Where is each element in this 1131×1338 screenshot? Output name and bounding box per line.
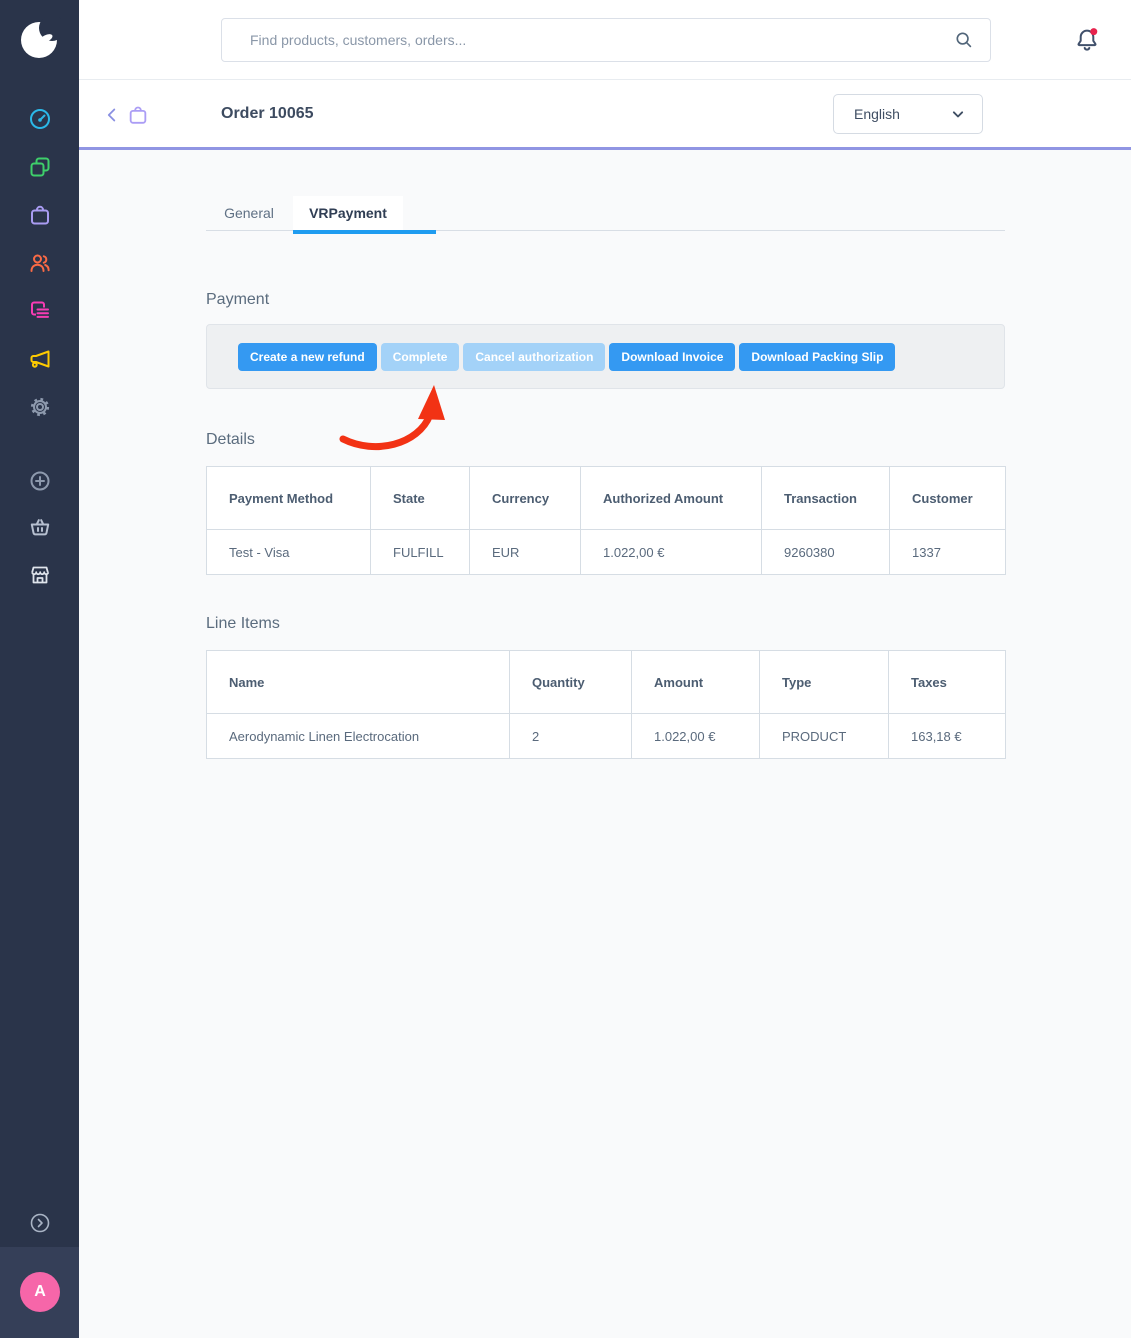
sidebar-item-dashboard[interactable] — [0, 107, 79, 131]
settings-icon — [28, 395, 52, 419]
line-item-name: Aerodynamic Linen Electrocation — [207, 714, 510, 759]
sidebar-expand-button[interactable] — [0, 1211, 79, 1235]
module-content: General VRPayment Payment Create a new r… — [79, 153, 1131, 1338]
line-items-section-heading: Line Items — [206, 615, 280, 633]
search-input[interactable] — [221, 18, 991, 62]
details-col-authorized-amount: Authorized Amount — [581, 467, 762, 530]
sidebar-item-customers[interactable] — [0, 251, 79, 275]
search-icon[interactable] — [953, 29, 975, 56]
details-section-heading: Details — [206, 431, 255, 449]
sidebar-item-add[interactable] — [0, 469, 79, 493]
payment-section-heading: Payment — [206, 291, 269, 309]
user-avatar[interactable]: A — [20, 1272, 60, 1312]
line-items-col-amount: Amount — [632, 651, 760, 714]
line-items-col-taxes: Taxes — [889, 651, 1006, 714]
dashboard-icon — [28, 107, 52, 131]
add-circle-icon — [28, 469, 52, 493]
back-chevron-icon — [101, 104, 123, 126]
sidebar-item-extensions[interactable] — [0, 515, 79, 539]
customers-icon — [28, 251, 52, 275]
page-title: Order 10065 — [221, 80, 314, 147]
details-customer: 1337 — [890, 530, 1006, 575]
chevron-right-circle-icon — [28, 1211, 52, 1235]
details-row: Test - Visa FULFILL EUR 1.022,00 € 92603… — [207, 530, 1006, 575]
back-button[interactable] — [101, 104, 123, 126]
create-refund-button[interactable]: Create a new refund — [238, 343, 377, 371]
details-header-row: Payment Method State Currency Authorized… — [207, 467, 1006, 530]
payment-actions-panel: Create a new refund Complete Cancel auth… — [206, 324, 1005, 389]
line-items-header-row: Name Quantity Amount Type Taxes — [207, 651, 1006, 714]
sidebar-item-orders[interactable] — [0, 203, 79, 227]
details-col-payment-method: Payment Method — [207, 467, 371, 530]
red-arrow-annotation — [330, 379, 454, 455]
notification-dot — [1090, 28, 1097, 35]
sidebar-item-my-store[interactable] — [0, 563, 79, 587]
line-items-col-type: Type — [760, 651, 889, 714]
download-invoice-button[interactable]: Download Invoice — [609, 343, 735, 371]
language-select-value: English — [854, 95, 900, 133]
sidebar-item-settings[interactable] — [0, 395, 79, 419]
cancel-authorization-button[interactable]: Cancel authorization — [463, 343, 605, 371]
tab-general[interactable]: General — [206, 196, 292, 231]
line-items-col-quantity: Quantity — [510, 651, 632, 714]
tab-vrpayment[interactable]: VRPayment — [293, 196, 403, 231]
sidebar-item-content[interactable] — [0, 299, 79, 323]
order-bag-icon — [127, 104, 149, 126]
notifications-button[interactable] — [1073, 26, 1101, 54]
chevron-down-icon — [948, 104, 968, 129]
catalogues-icon — [28, 155, 52, 179]
details-col-transaction: Transaction — [762, 467, 890, 530]
details-table: Payment Method State Currency Authorized… — [206, 466, 1006, 575]
language-select[interactable]: English — [833, 94, 983, 134]
details-transaction: 9260380 — [762, 530, 890, 575]
complete-button[interactable]: Complete — [381, 343, 460, 371]
sidebar-item-catalogues[interactable] — [0, 155, 79, 179]
details-payment-method: Test - Visa — [207, 530, 371, 575]
sidebar-item-marketing[interactable] — [0, 347, 79, 371]
details-col-currency: Currency — [470, 467, 581, 530]
line-item-amount: 1.022,00 € — [632, 714, 760, 759]
line-item-taxes: 163,18 € — [889, 714, 1006, 759]
bell-icon — [1073, 26, 1101, 54]
shopware-logo — [0, 17, 79, 61]
orders-icon — [28, 203, 52, 227]
sidebar-user-area: A — [0, 1247, 79, 1338]
line-items-table: Name Quantity Amount Type Taxes Aerodyna… — [206, 650, 1006, 759]
details-state: FULFILL — [371, 530, 470, 575]
my-store-icon — [28, 563, 52, 587]
details-col-customer: Customer — [890, 467, 1006, 530]
details-col-state: State — [371, 467, 470, 530]
tab-bar: General VRPayment — [206, 196, 1005, 231]
line-item-type: PRODUCT — [760, 714, 889, 759]
sidebar: A — [0, 0, 79, 1338]
content-icon — [28, 299, 52, 323]
line-item-row: Aerodynamic Linen Electrocation 2 1.022,… — [207, 714, 1006, 759]
download-packing-slip-button[interactable]: Download Packing Slip — [739, 343, 895, 371]
global-search — [221, 18, 991, 62]
details-authorized-amount: 1.022,00 € — [581, 530, 762, 575]
smart-bar: Order 10065 English — [79, 80, 1131, 150]
line-items-col-name: Name — [207, 651, 510, 714]
details-currency: EUR — [470, 530, 581, 575]
extensions-basket-icon — [28, 515, 52, 539]
line-item-quantity: 2 — [510, 714, 632, 759]
main-area: Order 10065 English General VRPayment Pa… — [79, 0, 1131, 1338]
marketing-icon — [28, 347, 52, 371]
top-search-bar — [79, 0, 1131, 80]
user-avatar-initial: A — [34, 1283, 46, 1301]
